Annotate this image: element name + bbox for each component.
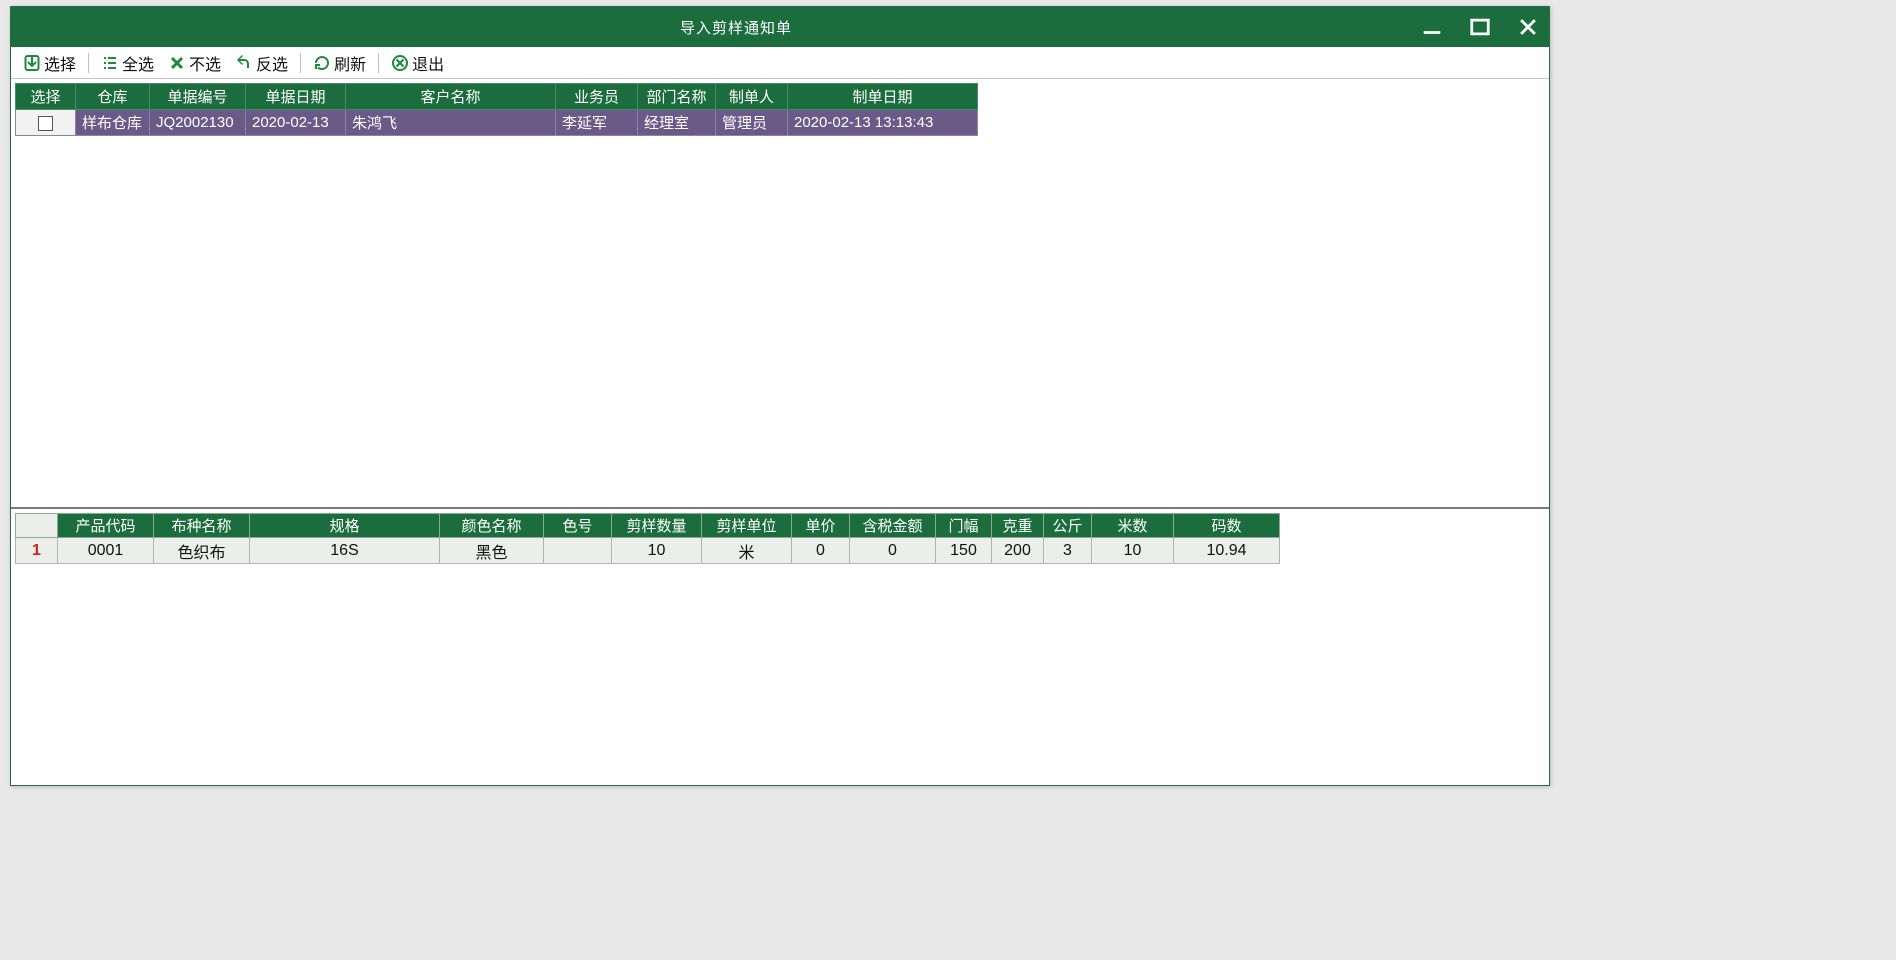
titlebar: 导入剪样通知单 bbox=[11, 7, 1549, 47]
lower-grid-area: 产品代码 布种名称 规格 颜色名称 色号 剪样数量 剪样单位 单价 含税金额 门… bbox=[11, 507, 1549, 785]
cell-docdate[interactable]: 2020-02-13 bbox=[246, 110, 346, 136]
col-color-name[interactable]: 颜色名称 bbox=[440, 514, 544, 538]
cell-salesman[interactable]: 李延军 bbox=[556, 110, 638, 136]
upper-grid-area: 选择 仓库 单据编号 单据日期 客户名称 业务员 部门名称 制单人 制单日期 样… bbox=[11, 79, 1549, 507]
maximize-button[interactable] bbox=[1469, 16, 1491, 38]
col-unit[interactable]: 剪样单位 bbox=[702, 514, 792, 538]
col-width[interactable]: 门幅 bbox=[936, 514, 992, 538]
cell-warehouse[interactable]: 样布仓库 bbox=[76, 110, 150, 136]
cell-meters[interactable]: 10 bbox=[1092, 538, 1174, 564]
download-icon bbox=[23, 54, 41, 72]
col-docno[interactable]: 单据编号 bbox=[150, 84, 246, 110]
col-select[interactable]: 选择 bbox=[16, 84, 76, 110]
select-label: 选择 bbox=[44, 51, 76, 75]
select-all-label: 全选 bbox=[122, 51, 154, 75]
window-title: 导入剪样通知单 bbox=[51, 17, 1421, 38]
col-warehouse[interactable]: 仓库 bbox=[76, 84, 150, 110]
toolbar-separator bbox=[378, 53, 379, 73]
refresh-icon bbox=[313, 54, 331, 72]
col-spec[interactable]: 规格 bbox=[250, 514, 440, 538]
col-weight[interactable]: 克重 bbox=[992, 514, 1044, 538]
cell-tax-amt[interactable]: 0 bbox=[850, 538, 936, 564]
deselect-button[interactable]: 不选 bbox=[162, 50, 227, 76]
table-row[interactable]: 1 0001 色织布 16S 黑色 10 米 0 0 150 200 3 10 … bbox=[16, 538, 1280, 564]
col-created[interactable]: 制单日期 bbox=[788, 84, 978, 110]
select-button[interactable]: 选择 bbox=[17, 50, 82, 76]
x-icon bbox=[168, 54, 186, 72]
col-tax-amt[interactable]: 含税金额 bbox=[850, 514, 936, 538]
col-product-code[interactable]: 产品代码 bbox=[58, 514, 154, 538]
window-controls bbox=[1421, 16, 1539, 38]
col-corner bbox=[16, 514, 58, 538]
orders-table[interactable]: 选择 仓库 单据编号 单据日期 客户名称 业务员 部门名称 制单人 制单日期 样… bbox=[15, 83, 978, 136]
cell-unit[interactable]: 米 bbox=[702, 538, 792, 564]
toolbar: 选择 全选 不选 反选 刷新 bbox=[11, 47, 1549, 79]
details-table[interactable]: 产品代码 布种名称 规格 颜色名称 色号 剪样数量 剪样单位 单价 含税金额 门… bbox=[15, 513, 1280, 564]
cell-dept[interactable]: 经理室 bbox=[638, 110, 716, 136]
list-check-icon bbox=[101, 54, 119, 72]
cell-qty[interactable]: 10 bbox=[612, 538, 702, 564]
cell-weight[interactable]: 200 bbox=[992, 538, 1044, 564]
dialog-window: 导入剪样通知单 选择 全选 bbox=[10, 6, 1550, 786]
cell-spec[interactable]: 16S bbox=[250, 538, 440, 564]
col-price[interactable]: 单价 bbox=[792, 514, 850, 538]
cell-color-no[interactable] bbox=[544, 538, 612, 564]
col-customer[interactable]: 客户名称 bbox=[346, 84, 556, 110]
cell-creator[interactable]: 管理员 bbox=[716, 110, 788, 136]
minimize-button[interactable] bbox=[1421, 16, 1443, 38]
cell-color-name[interactable]: 黑色 bbox=[440, 538, 544, 564]
deselect-label: 不选 bbox=[189, 51, 221, 75]
exit-label: 退出 bbox=[412, 51, 444, 75]
close-button[interactable] bbox=[1517, 16, 1539, 38]
select-all-button[interactable]: 全选 bbox=[95, 50, 160, 76]
col-dept[interactable]: 部门名称 bbox=[638, 84, 716, 110]
invert-label: 反选 bbox=[256, 51, 288, 75]
cell-width[interactable]: 150 bbox=[936, 538, 992, 564]
exit-button[interactable]: 退出 bbox=[385, 50, 450, 76]
cell-fabric-name[interactable]: 色织布 bbox=[154, 538, 250, 564]
cell-rownum: 1 bbox=[16, 538, 58, 564]
toolbar-separator bbox=[300, 53, 301, 73]
cell-price[interactable]: 0 bbox=[792, 538, 850, 564]
col-meters[interactable]: 米数 bbox=[1092, 514, 1174, 538]
undo-arrow-icon bbox=[235, 54, 253, 72]
col-salesman[interactable]: 业务员 bbox=[556, 84, 638, 110]
col-color-no[interactable]: 色号 bbox=[544, 514, 612, 538]
toolbar-separator bbox=[88, 53, 89, 73]
col-kg[interactable]: 公斤 bbox=[1044, 514, 1092, 538]
col-fabric-name[interactable]: 布种名称 bbox=[154, 514, 250, 538]
cell-docno[interactable]: JQ2002130 bbox=[150, 110, 246, 136]
cell-customer[interactable]: 朱鸿飞 bbox=[346, 110, 556, 136]
cell-kg[interactable]: 3 bbox=[1044, 538, 1092, 564]
col-yards[interactable]: 码数 bbox=[1174, 514, 1280, 538]
cell-yards[interactable]: 10.94 bbox=[1174, 538, 1280, 564]
table-row[interactable]: 样布仓库 JQ2002130 2020-02-13 朱鸿飞 李延军 经理室 管理… bbox=[16, 110, 978, 136]
col-qty[interactable]: 剪样数量 bbox=[612, 514, 702, 538]
refresh-button[interactable]: 刷新 bbox=[307, 50, 372, 76]
checkbox-icon[interactable] bbox=[38, 116, 53, 131]
cell-product-code[interactable]: 0001 bbox=[58, 538, 154, 564]
invert-button[interactable]: 反选 bbox=[229, 50, 294, 76]
cell-created[interactable]: 2020-02-13 13:13:43 bbox=[788, 110, 978, 136]
col-docdate[interactable]: 单据日期 bbox=[246, 84, 346, 110]
exit-icon bbox=[391, 54, 409, 72]
col-creator[interactable]: 制单人 bbox=[716, 84, 788, 110]
refresh-label: 刷新 bbox=[334, 51, 366, 75]
row-checkbox-cell[interactable] bbox=[16, 110, 76, 136]
